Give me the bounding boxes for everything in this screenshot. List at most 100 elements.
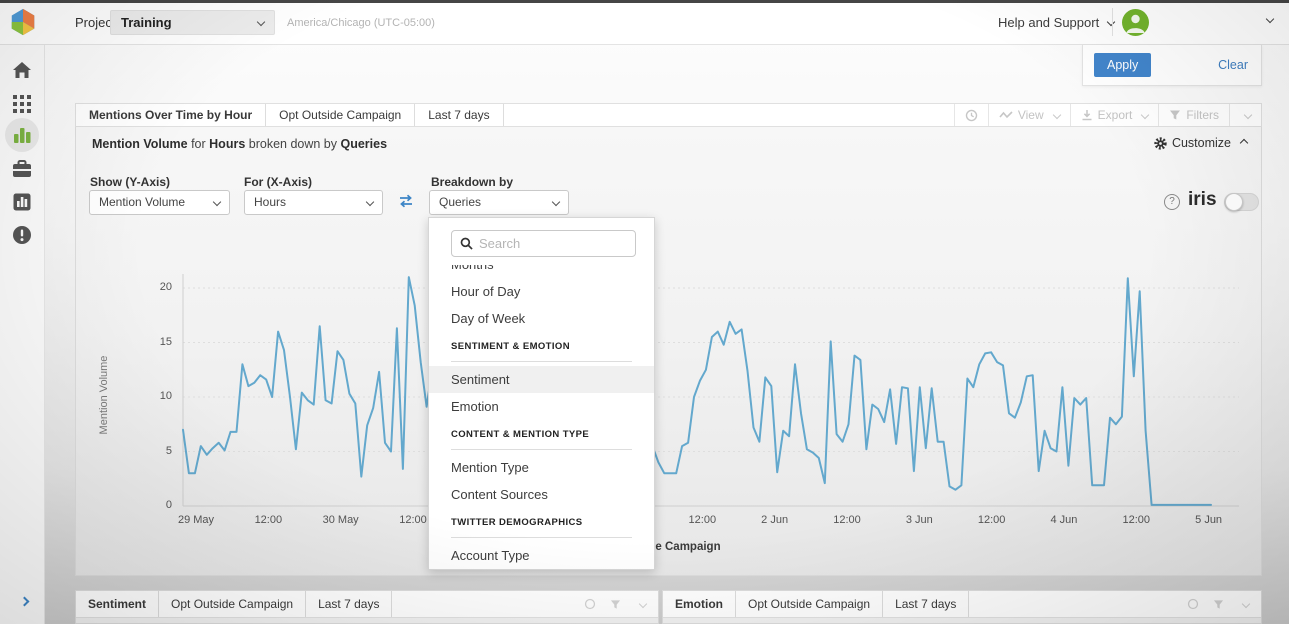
tab-last-7-days[interactable]: Last 7 days <box>883 591 969 617</box>
dropdown-item-months[interactable]: Months <box>451 265 632 278</box>
show-yaxis-value: Mention Volume <box>99 195 185 209</box>
divider <box>1112 8 1113 36</box>
alerts-icon[interactable] <box>11 224 33 246</box>
breakdown-by-value: Queries <box>439 195 481 209</box>
section-divider <box>451 449 632 450</box>
y-axis-tick: 20 <box>140 281 172 293</box>
dropdown-item-mention-type[interactable]: Mention Type <box>451 454 632 481</box>
filters-button[interactable]: Filters <box>1158 104 1229 126</box>
help-and-support-label: Help and Support <box>998 15 1099 30</box>
brandwatch-logo-icon[interactable] <box>8 7 38 37</box>
apply-button[interactable]: Apply <box>1094 53 1151 77</box>
show-yaxis-select[interactable]: Mention Volume <box>89 190 230 215</box>
swap-axes-icon[interactable] <box>398 193 414 209</box>
home-icon[interactable] <box>11 59 33 81</box>
subtitle-text: broken down by <box>245 137 340 151</box>
customize-label: Customize <box>1172 136 1231 150</box>
x-axis-tick: 2 Jun <box>739 514 811 526</box>
download-icon <box>1081 109 1093 121</box>
toggle-knob <box>1225 193 1243 211</box>
widget-subtitle: Mention Volume for Hours broken down by … <box>92 137 387 151</box>
widget-collapse-button[interactable] <box>1229 104 1261 126</box>
tab-sentiment[interactable]: Sentiment <box>76 591 159 617</box>
dropdown-item-label: Day of Week <box>451 311 525 326</box>
iris-toggle[interactable] <box>1224 193 1259 211</box>
emotion-panel-tab-bar: Emotion Opt Outside Campaign Last 7 days <box>663 591 1261 618</box>
x-axis-tick: 12:00 <box>232 514 304 526</box>
clear-button[interactable]: Clear <box>1218 58 1248 72</box>
reports-icon[interactable] <box>11 191 33 213</box>
briefcase-icon[interactable] <box>11 158 33 180</box>
x-axis-tick: 4 Jun <box>1028 514 1100 526</box>
series-line-opt-outside-campaign <box>183 277 1211 505</box>
subtitle-metric: Mention Volume <box>92 137 188 151</box>
funnel-icon[interactable] <box>1213 599 1224 610</box>
dropdown-item-list: MonthsHour of DayDay of WeekSENTIMENT & … <box>429 265 654 569</box>
tab-bar-spacer <box>504 104 954 126</box>
funnel-icon[interactable] <box>610 599 621 610</box>
top-bar: Project Training America/Chicago (UTC-05… <box>0 0 1289 45</box>
section-divider <box>451 361 632 362</box>
customize-button[interactable]: Customize <box>1154 136 1247 150</box>
tab-mentions-over-time[interactable]: Mentions Over Time by Hour <box>76 104 266 126</box>
clock-icon[interactable] <box>1187 598 1199 610</box>
timezone-label: America/Chicago (UTC-05:00) <box>287 17 435 29</box>
tab-emotion[interactable]: Emotion <box>663 591 736 617</box>
panel-tools <box>1187 591 1261 617</box>
project-select-value: Training <box>121 15 172 30</box>
help-and-support-menu[interactable]: Help and Support <box>998 15 1114 30</box>
dropdown-item-label: Account Type <box>451 548 530 563</box>
dropdown-search[interactable] <box>451 230 636 257</box>
tab-opt-outside-campaign[interactable]: Opt Outside Campaign <box>159 591 306 617</box>
person-icon <box>1122 9 1149 36</box>
x-axis-tick: 12:00 <box>666 514 738 526</box>
tab-opt-outside-campaign[interactable]: Opt Outside Campaign <box>266 104 415 126</box>
breakdown-by-select[interactable]: Queries <box>429 190 569 215</box>
dropdown-item-hour-of-day[interactable]: Hour of Day <box>451 278 632 305</box>
dropdown-item-sentiment[interactable]: Sentiment <box>429 366 654 393</box>
chevron-down-icon[interactable] <box>1242 600 1250 608</box>
x-axis-tick: 3 Jun <box>883 514 955 526</box>
sidebar <box>0 45 45 624</box>
dashboards-chart-icon[interactable] <box>11 124 33 146</box>
dropdown-item-emotion[interactable]: Emotion <box>451 393 632 420</box>
iris-help-icon[interactable]: ? <box>1164 194 1180 210</box>
dropdown-item-label: Months <box>451 265 632 278</box>
refresh-clock-button[interactable] <box>954 104 988 126</box>
dropdown-item-label: Sentiment <box>451 372 510 387</box>
x-axis-tick: 5 Jun <box>1173 514 1245 526</box>
chevron-down-icon <box>1052 111 1060 119</box>
tab-opt-outside-campaign[interactable]: Opt Outside Campaign <box>736 591 883 617</box>
filters-label: Filters <box>1186 108 1219 122</box>
dropdown-item-day-of-week[interactable]: Day of Week <box>451 305 632 332</box>
chevron-down-icon[interactable] <box>639 600 647 608</box>
section-divider <box>451 537 632 538</box>
export-menu[interactable]: Export <box>1070 104 1159 126</box>
collapse-topbar-chevron-icon[interactable] <box>1266 15 1274 23</box>
y-axis-tick: 15 <box>140 336 172 348</box>
search-input[interactable] <box>479 236 609 251</box>
tab-bar-spacer <box>969 591 1187 617</box>
avatar[interactable] <box>1122 9 1149 36</box>
chevron-down-icon <box>366 198 374 206</box>
apps-grid-icon[interactable] <box>11 93 33 115</box>
breakdown-dropdown-panel: MonthsHour of DayDay of WeekSENTIMENT & … <box>428 217 655 570</box>
x-axis-tick: 29 May <box>160 514 232 526</box>
tab-last-7-days[interactable]: Last 7 days <box>415 104 503 126</box>
subtitle-breakdown: Queries <box>340 137 387 151</box>
chevron-down-icon <box>1141 111 1149 119</box>
sidebar-expand-button[interactable] <box>16 594 28 612</box>
clock-icon <box>965 109 978 122</box>
chevron-down-icon <box>257 18 265 26</box>
for-xaxis-select[interactable]: Hours <box>244 190 383 215</box>
view-menu[interactable]: View <box>988 104 1070 126</box>
clock-icon[interactable] <box>584 598 596 610</box>
window-top-edge <box>0 0 1289 3</box>
mention-volume-line-chart <box>181 268 1246 512</box>
project-select[interactable]: Training <box>110 10 275 35</box>
tab-last-7-days[interactable]: Last 7 days <box>306 591 392 617</box>
dropdown-item-account-type[interactable]: Account Type <box>451 542 632 569</box>
mentions-over-time-widget: Mention Volume for Hours broken down by … <box>75 127 1262 576</box>
dropdown-item-content-sources[interactable]: Content Sources <box>451 481 632 508</box>
x-axis-tick: 30 May <box>305 514 377 526</box>
